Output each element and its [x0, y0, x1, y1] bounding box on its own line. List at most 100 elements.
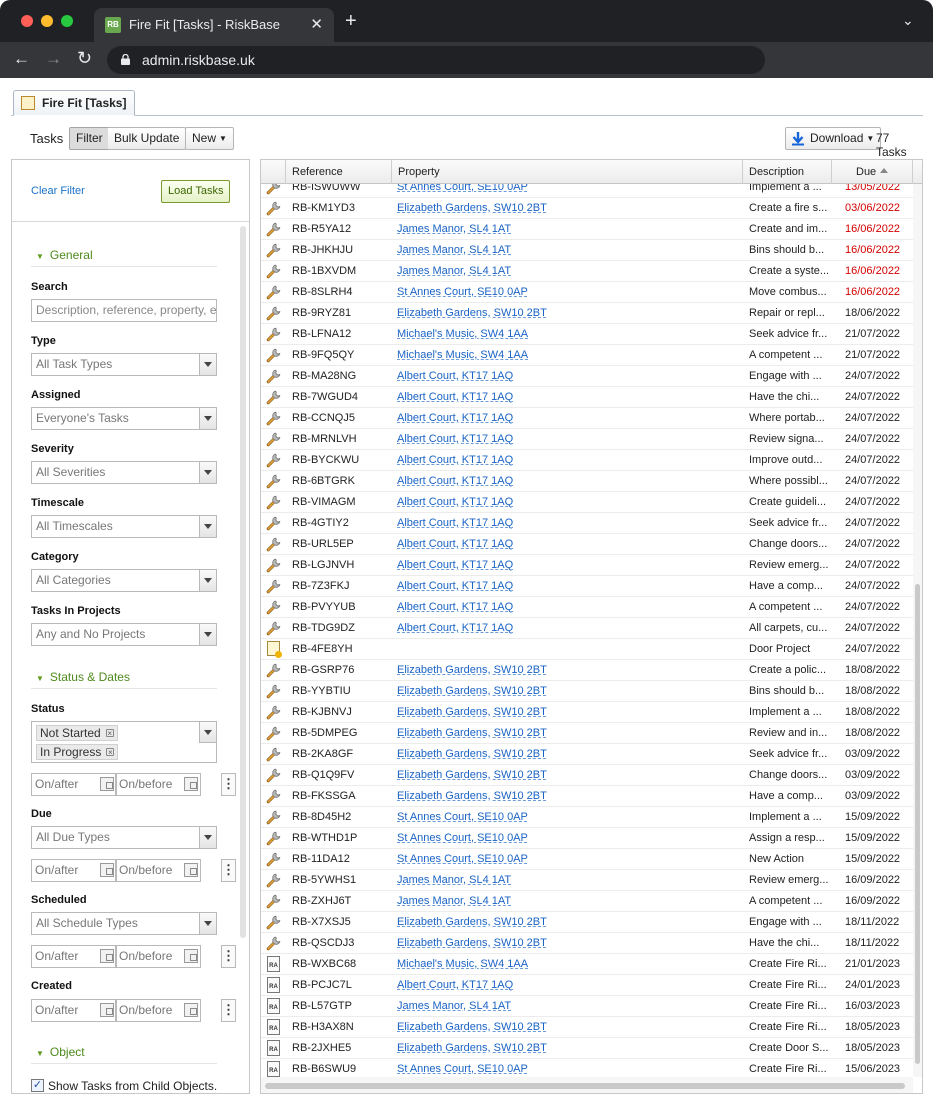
- grid-horizontal-scrollbar[interactable]: [261, 1077, 913, 1093]
- calendar-icon[interactable]: [184, 863, 198, 877]
- property-link[interactable]: Elizabeth Gardens, SW10 2BT: [397, 916, 547, 928]
- property-link[interactable]: Elizabeth Gardens, SW10 2BT: [397, 769, 547, 781]
- more-options-icon[interactable]: ⋮: [221, 773, 236, 796]
- type-select[interactable]: All Task Types: [31, 353, 217, 376]
- tab-search-chevron-icon[interactable]: ⌄: [902, 12, 914, 29]
- window-maximize-button[interactable]: [61, 15, 73, 27]
- filter-button[interactable]: Filter: [69, 127, 110, 150]
- calendar-icon[interactable]: [100, 949, 114, 963]
- property-link[interactable]: St Annes Court, SE10 0AP: [397, 832, 528, 844]
- more-options-icon[interactable]: ⋮: [221, 945, 236, 968]
- property-link[interactable]: Albert Court, KT17 1AQ: [397, 622, 513, 634]
- table-row[interactable]: RB-2KA8GF Elizabeth Gardens, SW10 2BT Seek…: [261, 744, 913, 765]
- created-on-before-input[interactable]: On/before: [115, 999, 201, 1022]
- table-row[interactable]: RB-FKSSGA Elizabeth Gardens, SW10 2BT Have…: [261, 786, 913, 807]
- scrollbar-thumb[interactable]: [915, 584, 920, 1064]
- property-link[interactable]: Elizabeth Gardens, SW10 2BT: [397, 790, 547, 802]
- table-row[interactable]: RB-7Z3FKJ Albert Court, KT17 1AQ Have a co…: [261, 576, 913, 597]
- new-button[interactable]: New ▼: [185, 127, 234, 150]
- property-link[interactable]: Elizabeth Gardens, SW10 2BT: [397, 664, 547, 676]
- property-link[interactable]: Albert Court, KT17 1AQ: [397, 454, 513, 466]
- property-link[interactable]: Michael's Music, SW4 1AA: [397, 328, 528, 340]
- property-link[interactable]: Albert Court, KT17 1AQ: [397, 979, 513, 991]
- table-row[interactable]: RA RB-L57GTP James Manor, SL4 1AT Create Fi…: [261, 996, 913, 1017]
- table-row[interactable]: RB-KM1YD3 Elizabeth Gardens, SW10 2BT Crea…: [261, 198, 913, 219]
- property-link[interactable]: Albert Court, KT17 1AQ: [397, 559, 513, 571]
- scheduled-on-before-input[interactable]: On/before: [115, 945, 201, 968]
- new-tab-icon[interactable]: +: [345, 10, 357, 33]
- property-link[interactable]: Elizabeth Gardens, SW10 2BT: [397, 307, 547, 319]
- due-on-before-input[interactable]: On/before: [115, 859, 201, 882]
- table-row[interactable]: RB-4FE8YH Door Project 24/07/2022: [261, 639, 913, 660]
- load-tasks-button[interactable]: Load Tasks: [161, 180, 231, 203]
- property-link[interactable]: James Manor, SL4 1AT: [397, 1000, 511, 1012]
- tab-fire-fit-tasks[interactable]: Fire Fit [Tasks]: [13, 90, 136, 116]
- property-link[interactable]: Albert Court, KT17 1AQ: [397, 391, 513, 403]
- property-link[interactable]: Albert Court, KT17 1AQ: [397, 538, 513, 550]
- category-select[interactable]: All Categories: [31, 569, 217, 592]
- dropdown-arrow-icon[interactable]: [199, 570, 216, 591]
- assigned-select[interactable]: Everyone's Tasks: [31, 407, 217, 430]
- calendar-icon[interactable]: [100, 1003, 114, 1017]
- property-link[interactable]: Albert Court, KT17 1AQ: [397, 433, 513, 445]
- table-row[interactable]: RB-CCNQJ5 Albert Court, KT17 1AQ Where por…: [261, 408, 913, 429]
- property-link[interactable]: James Manor, SL4 1AT: [397, 244, 511, 256]
- bulk-update-button[interactable]: Bulk Update: [108, 127, 187, 150]
- table-row[interactable]: RB-X7XSJ5 Elizabeth Gardens, SW10 2BT Enga…: [261, 912, 913, 933]
- property-link[interactable]: Michael's Music, SW4 1AA: [397, 958, 528, 970]
- property-link[interactable]: James Manor, SL4 1AT: [397, 874, 511, 886]
- status-multiselect[interactable]: Not Started × In Progress ×: [31, 721, 217, 763]
- due-select[interactable]: All Due Types: [31, 826, 217, 849]
- property-link[interactable]: Elizabeth Gardens, SW10 2BT: [397, 727, 547, 739]
- property-link[interactable]: Albert Court, KT17 1AQ: [397, 370, 513, 382]
- table-row[interactable]: RA RB-WXBC68 Michael's Music, SW4 1AA Creat…: [261, 954, 913, 975]
- property-link[interactable]: St Annes Court, SE10 0AP: [397, 853, 528, 865]
- calendar-icon[interactable]: [100, 777, 114, 791]
- table-row[interactable]: RB-5YWHS1 James Manor, SL4 1AT Review emer…: [261, 870, 913, 891]
- table-row[interactable]: RB-8D45H2 St Annes Court, SE10 0AP Impleme…: [261, 807, 913, 828]
- table-row[interactable]: RB-BYCKWU Albert Court, KT17 1AQ Improve o…: [261, 450, 913, 471]
- table-row[interactable]: RB-WTHD1P St Annes Court, SE10 0AP Assign …: [261, 828, 913, 849]
- clear-filter-link[interactable]: Clear Filter: [31, 185, 85, 197]
- address-bar[interactable]: admin.riskbase.uk: [107, 46, 765, 74]
- timescale-select[interactable]: All Timescales: [31, 515, 217, 538]
- column-header-description[interactable]: Description: [743, 160, 832, 184]
- property-link[interactable]: Elizabeth Gardens, SW10 2BT: [397, 706, 547, 718]
- section-object[interactable]: ▼ Object: [36, 1045, 85, 1059]
- property-link[interactable]: St Annes Court, SE10 0AP: [397, 286, 528, 298]
- column-header-due[interactable]: Due: [832, 160, 913, 184]
- child-objects-checkbox[interactable]: ✓: [31, 1079, 44, 1092]
- table-row[interactable]: RB-MRNLVH Albert Court, KT17 1AQ Review si…: [261, 429, 913, 450]
- dropdown-arrow-icon[interactable]: [199, 913, 216, 934]
- table-row[interactable]: RB-GSRP76 Elizabeth Gardens, SW10 2BT Crea…: [261, 660, 913, 681]
- column-header-reference[interactable]: Reference: [286, 160, 392, 184]
- due-on-after-input[interactable]: On/after: [31, 859, 117, 882]
- table-row[interactable]: RB-QSCDJ3 Elizabeth Gardens, SW10 2BT Have…: [261, 933, 913, 954]
- property-link[interactable]: Albert Court, KT17 1AQ: [397, 517, 513, 529]
- property-link[interactable]: Elizabeth Gardens, SW10 2BT: [397, 1042, 547, 1054]
- scheduled-on-after-input[interactable]: On/after: [31, 945, 117, 968]
- property-link[interactable]: James Manor, SL4 1AT: [397, 223, 511, 235]
- browser-tab[interactable]: RB Fire Fit [Tasks] - RiskBase ✕: [94, 8, 334, 42]
- property-link[interactable]: Elizabeth Gardens, SW10 2BT: [397, 685, 547, 697]
- scheduled-select[interactable]: All Schedule Types: [31, 912, 217, 935]
- dropdown-arrow-icon[interactable]: [199, 354, 216, 375]
- more-options-icon[interactable]: ⋮: [221, 859, 236, 882]
- section-status-dates[interactable]: ▼ Status & Dates: [36, 670, 130, 684]
- calendar-icon[interactable]: [184, 777, 198, 791]
- reload-icon[interactable]: ↻: [77, 48, 92, 69]
- table-row[interactable]: RA RB-PCJC7L Albert Court, KT17 1AQ Create …: [261, 975, 913, 996]
- property-link[interactable]: Elizabeth Gardens, SW10 2BT: [397, 937, 547, 949]
- table-row[interactable]: RA RB-B6SWU9 St Annes Court, SE10 0AP Creat…: [261, 1059, 913, 1077]
- dropdown-arrow-icon[interactable]: [199, 624, 216, 645]
- status-on-before-input[interactable]: On/before: [115, 773, 201, 796]
- status-on-after-input[interactable]: On/after: [31, 773, 117, 796]
- table-row[interactable]: RB-R5YA12 James Manor, SL4 1AT Create and …: [261, 219, 913, 240]
- property-link[interactable]: St Annes Court, SE10 0AP: [397, 184, 528, 193]
- table-row[interactable]: RB-6BTGRK Albert Court, KT17 1AQ Where pos…: [261, 471, 913, 492]
- table-row[interactable]: RB-8SLRH4 St Annes Court, SE10 0AP Move co…: [261, 282, 913, 303]
- property-link[interactable]: Albert Court, KT17 1AQ: [397, 412, 513, 424]
- severity-select[interactable]: All Severities: [31, 461, 217, 484]
- dropdown-arrow-icon[interactable]: [199, 462, 216, 483]
- table-row[interactable]: RB-4GTIY2 Albert Court, KT17 1AQ Seek advi…: [261, 513, 913, 534]
